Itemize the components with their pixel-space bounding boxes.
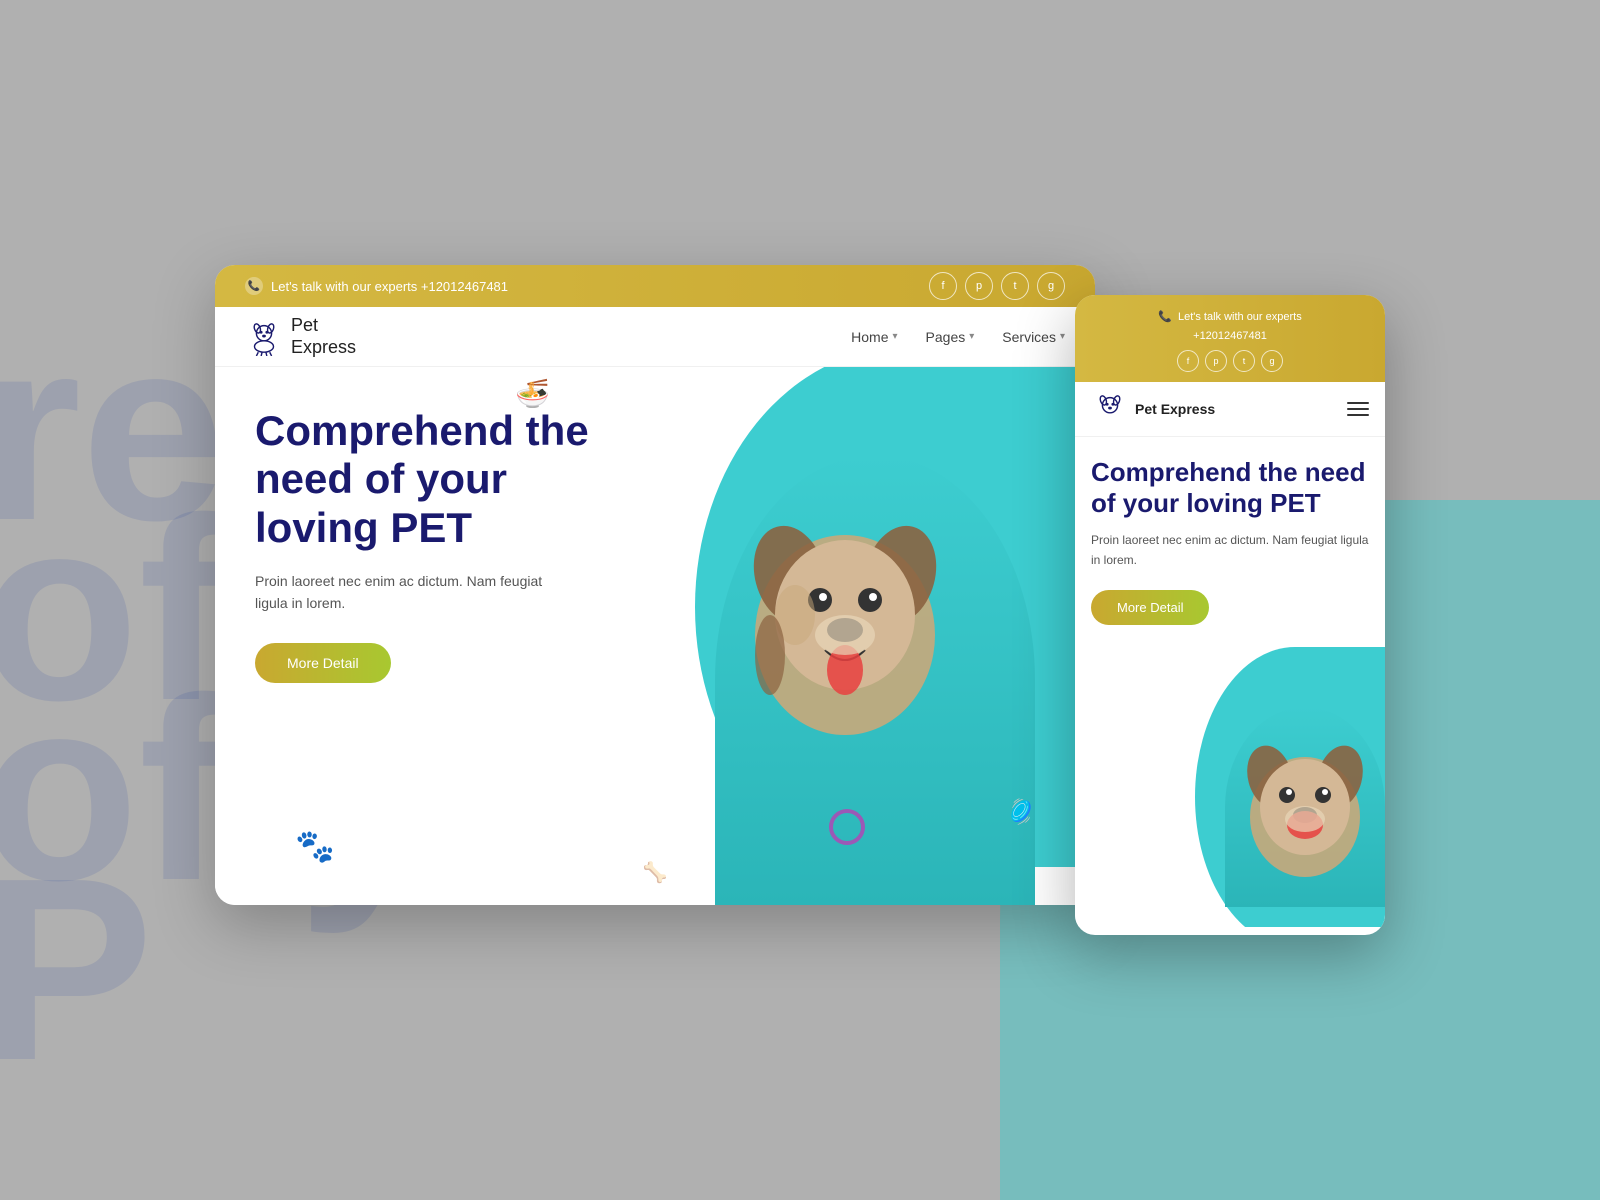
desktop-hero-content: Comprehend the need of your loving PET P… [215, 367, 1095, 723]
social-icon-instagram[interactable]: g [1037, 272, 1065, 300]
home-chevron-icon: ▾ [893, 331, 898, 342]
nav-link-services-label: Services [1002, 329, 1056, 345]
mobile-phone-row: 📞 Let's talk with our experts [1158, 309, 1301, 326]
mobile-dog-svg [1225, 707, 1385, 887]
nav-item-home[interactable]: Home ▾ [851, 329, 897, 345]
desktop-nav-links: Home ▾ Pages ▾ Services ▾ [851, 329, 1065, 345]
nav-link-home-label: Home [851, 329, 888, 345]
desktop-social-icons: f p t g [929, 272, 1065, 300]
mobile-topbar-phone: 📞 Let's talk with our experts +120124674… [1091, 309, 1369, 344]
services-chevron-icon: ▾ [1060, 331, 1065, 342]
nav-link-services[interactable]: Services ▾ [1002, 329, 1065, 345]
mobile-logo-text: Pet Express [1135, 401, 1215, 418]
bowl-icon: 🍜 [515, 377, 550, 410]
nav-item-services[interactable]: Services ▾ [1002, 329, 1065, 345]
mobile-social-icon-instagram[interactable]: g [1261, 350, 1283, 372]
desktop-mockup: 📞 Let's talk with our experts +120124674… [215, 265, 1095, 905]
mobile-dog-image [1225, 707, 1385, 907]
logo-dog-icon [245, 318, 283, 356]
desktop-topbar-phone-text: Let's talk with our experts +12012467481 [271, 279, 508, 294]
mobile-mockup: 📞 Let's talk with our experts +120124674… [1075, 295, 1385, 935]
mobile-social-icon-twitter[interactable]: t [1233, 350, 1255, 372]
hamburger-line-1 [1347, 402, 1369, 404]
bg-text-line-4: P [0, 840, 153, 1100]
nav-link-pages-label: Pages [926, 329, 966, 345]
social-icon-twitter[interactable]: t [1001, 272, 1029, 300]
circle-decoration [829, 809, 865, 845]
mobile-logo-line1: Pet [1135, 401, 1157, 417]
mobile-logo-line2: Express [1161, 401, 1215, 417]
phone-icon: 📞 [245, 277, 263, 295]
mockups-container: 📞 Let's talk with our experts +120124674… [215, 265, 1385, 935]
hamburger-line-2 [1347, 408, 1369, 410]
mobile-more-detail-button[interactable]: More Detail [1091, 590, 1209, 625]
mobile-social-icon-pinterest[interactable]: p [1205, 350, 1227, 372]
desktop-logo: Pet Express [245, 315, 356, 358]
mobile-logo-dog-icon [1091, 390, 1129, 428]
social-icon-facebook[interactable]: f [929, 272, 957, 300]
mobile-logo: Pet Express [1091, 390, 1215, 428]
hamburger-line-3 [1347, 414, 1369, 416]
desktop-topbar-phone: 📞 Let's talk with our experts +120124674… [245, 277, 508, 295]
pages-chevron-icon: ▾ [969, 331, 974, 342]
mobile-social-icons: f p t g [1091, 350, 1369, 372]
mobile-phone-line2: +12012467481 [1193, 328, 1267, 345]
mobile-nav: Pet Express [1075, 382, 1385, 437]
nav-link-home[interactable]: Home ▾ [851, 329, 897, 345]
mobile-top-bar: 📞 Let's talk with our experts +120124674… [1075, 295, 1385, 382]
mobile-hero: Comprehend the need of your loving PET P… [1075, 437, 1385, 927]
logo-line1: Pet [291, 315, 356, 337]
mobile-phone-icon: 📞 [1158, 309, 1172, 326]
mobile-hero-dog [1205, 707, 1385, 927]
mobile-hero-content: Comprehend the need of your loving PET P… [1075, 437, 1385, 645]
paw-icon: 🐾 [295, 827, 335, 865]
desktop-nav: Pet Express Home ▾ Pages ▾ [215, 307, 1095, 367]
desktop-hero-title: Comprehend the need of your loving PET [255, 407, 635, 552]
bone-icon: 🦴 [643, 860, 668, 885]
social-icon-pinterest[interactable]: p [965, 272, 993, 300]
nav-link-pages[interactable]: Pages ▾ [926, 329, 975, 345]
desktop-logo-text: Pet Express [291, 315, 356, 358]
mobile-social-icon-facebook[interactable]: f [1177, 350, 1199, 372]
mobile-hero-title: Comprehend the need of your loving PET [1091, 457, 1369, 519]
hamburger-menu-button[interactable] [1347, 402, 1369, 416]
desktop-more-detail-button[interactable]: More Detail [255, 643, 391, 683]
nav-item-pages[interactable]: Pages ▾ [926, 329, 975, 345]
mobile-phone-line1: Let's talk with our experts [1178, 309, 1302, 326]
desktop-hero: 🍜 🐾 🦴 🥏 Comprehend the need of your lovi… [215, 367, 1095, 905]
mobile-hero-description: Proin laoreet nec enim ac dictum. Nam fe… [1091, 531, 1369, 569]
desktop-hero-description: Proin laoreet nec enim ac dictum. Nam fe… [255, 570, 575, 615]
logo-line2: Express [291, 337, 356, 359]
desktop-top-bar: 📞 Let's talk with our experts +120124674… [215, 265, 1095, 307]
